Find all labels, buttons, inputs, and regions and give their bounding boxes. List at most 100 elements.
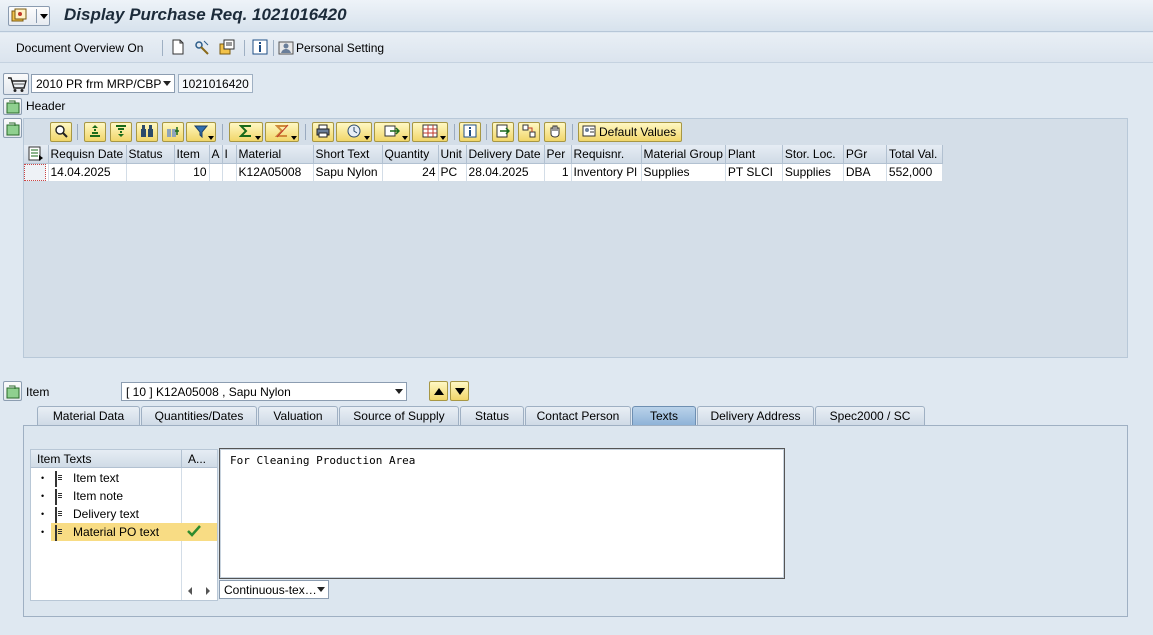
items-collapse-button[interactable] (3, 118, 22, 138)
checkmark-icon (187, 524, 201, 541)
document-number-field[interactable]: 1021016420 (178, 74, 253, 93)
col-quantity[interactable]: Quantity (382, 145, 439, 164)
col-material-group[interactable]: Material Group (641, 145, 726, 164)
cell-a[interactable] (209, 163, 223, 182)
cell-pgr[interactable]: DBA (843, 163, 887, 182)
cell-stor-loc[interactable]: Supplies (782, 163, 844, 182)
tab-valuation[interactable]: Valuation (258, 406, 338, 425)
personal-setting-button[interactable]: Personal Setting (296, 41, 384, 55)
cell-unit[interactable]: PC (438, 163, 467, 182)
tab-contact-person[interactable]: Contact Person (525, 406, 631, 425)
col-requisnr[interactable]: Requisnr. (571, 145, 642, 164)
item-select[interactable]: [ 10 ] K12A05008 , Sapu Nylon (121, 382, 407, 401)
document-type-select[interactable]: 2010 PR frm MRP/CBP (31, 74, 175, 93)
display-change-icon[interactable] (194, 39, 210, 55)
menu-icon (11, 8, 27, 24)
header-expand-button[interactable] (3, 98, 22, 115)
bullet-icon: • (41, 473, 45, 483)
document-type-value: 2010 PR frm MRP/CBP (36, 77, 162, 91)
table-row[interactable]: 14.04.2025 10 K12A05008 Sapu Nylon 24 PC… (24, 163, 943, 182)
tree-item-label: Item text (73, 471, 120, 485)
col-pgr[interactable]: PGr (843, 145, 887, 164)
scroll-right-icon[interactable] (204, 585, 212, 599)
cell-status[interactable] (126, 163, 175, 182)
header-label: Header (26, 99, 66, 113)
find-next-button[interactable] (162, 122, 184, 142)
chevron-down-icon (40, 14, 48, 19)
col-per[interactable]: Per (544, 145, 572, 164)
export-icon (384, 124, 401, 141)
expand-icon (6, 100, 20, 117)
col-plant[interactable]: Plant (725, 145, 783, 164)
tab-spec2000-sc[interactable]: Spec2000 / SC (815, 406, 925, 425)
text-format-select[interactable]: Continuous-tex… (219, 580, 329, 599)
col-unit[interactable]: Unit (438, 145, 467, 164)
new-document-icon[interactable] (170, 39, 186, 55)
previous-item-button[interactable] (429, 381, 448, 401)
col-a[interactable]: A (209, 145, 223, 164)
assign-button[interactable] (518, 122, 540, 142)
tab-delivery-address[interactable]: Delivery Address (697, 406, 814, 425)
cell-short-text[interactable]: Sapu Nylon (313, 163, 383, 182)
cell-per[interactable]: 1 (544, 163, 572, 182)
col-status[interactable]: Status (126, 145, 175, 164)
total-button[interactable] (229, 122, 263, 142)
shopping-cart-icon (7, 76, 27, 96)
info-icon[interactable] (252, 39, 268, 55)
col-requisn-date[interactable]: Requisn Date (48, 145, 127, 164)
cell-material[interactable]: K12A05008 (236, 163, 314, 182)
hold-button[interactable] (544, 122, 566, 142)
item-collapse-button[interactable] (3, 381, 22, 401)
filter-button[interactable] (186, 122, 216, 142)
tree-item-material-po-text[interactable]: • Material PO text (31, 523, 217, 541)
tree-item-item-text[interactable]: • Item text (31, 469, 217, 487)
views-button[interactable] (336, 122, 372, 142)
sort-descending-button[interactable] (110, 122, 132, 142)
subtotal-button[interactable] (265, 122, 299, 142)
layout-button[interactable] (412, 122, 448, 142)
transfer-button[interactable] (492, 122, 514, 142)
tab-material-data[interactable]: Material Data (37, 406, 140, 425)
other-document-icon[interactable] (219, 39, 235, 55)
col-item[interactable]: Item (174, 145, 210, 164)
cell-requisn-date[interactable]: 14.04.2025 (48, 163, 127, 182)
print-button[interactable] (312, 122, 334, 142)
row-selector[interactable] (24, 163, 49, 182)
tab-quantities-dates[interactable]: Quantities/Dates (141, 406, 257, 425)
export-button[interactable] (374, 122, 410, 142)
cell-quantity[interactable]: 24 (382, 163, 439, 182)
cell-total-val[interactable]: 552,000 (886, 163, 943, 182)
tab-status[interactable]: Status (460, 406, 524, 425)
select-all-cell[interactable] (24, 145, 49, 164)
details-button[interactable] (50, 122, 72, 142)
find-button[interactable] (136, 122, 158, 142)
text-editor[interactable]: For Cleaning Production Area (219, 448, 785, 579)
cell-plant[interactable]: PT SLCI (725, 163, 783, 182)
col-total-val[interactable]: Total Val. (886, 145, 943, 164)
scroll-left-icon[interactable] (186, 585, 194, 599)
sort-ascending-button[interactable] (84, 122, 106, 142)
cell-material-group[interactable]: Supplies (641, 163, 726, 182)
chevron-down-icon (208, 136, 214, 140)
tab-texts[interactable]: Texts (632, 406, 696, 425)
col-material[interactable]: Material (236, 145, 314, 164)
cell-i[interactable] (222, 163, 237, 182)
system-menu-button[interactable] (8, 6, 50, 26)
document-overview-button[interactable]: Document Overview On (16, 41, 143, 55)
cell-requisnr[interactable]: Inventory Pl (571, 163, 642, 182)
tree-item-delivery-text[interactable]: • Delivery text (31, 505, 217, 523)
print-icon (316, 124, 330, 141)
col-stor-loc[interactable]: Stor. Loc. (782, 145, 844, 164)
col-delivery-date[interactable]: Delivery Date (466, 145, 545, 164)
info-button[interactable] (459, 122, 481, 142)
default-values-button[interactable]: Default Values (578, 122, 682, 142)
tree-item-item-note[interactable]: • Item note (31, 487, 217, 505)
tab-source-of-supply[interactable]: Source of Supply (339, 406, 459, 425)
document-type-button[interactable] (3, 73, 29, 95)
next-item-button[interactable] (450, 381, 469, 401)
cell-delivery-date[interactable]: 28.04.2025 (466, 163, 545, 182)
col-short-text[interactable]: Short Text (313, 145, 383, 164)
cell-item[interactable]: 10 (174, 163, 210, 182)
col-i[interactable]: I (222, 145, 237, 164)
document-icon (55, 471, 57, 487)
